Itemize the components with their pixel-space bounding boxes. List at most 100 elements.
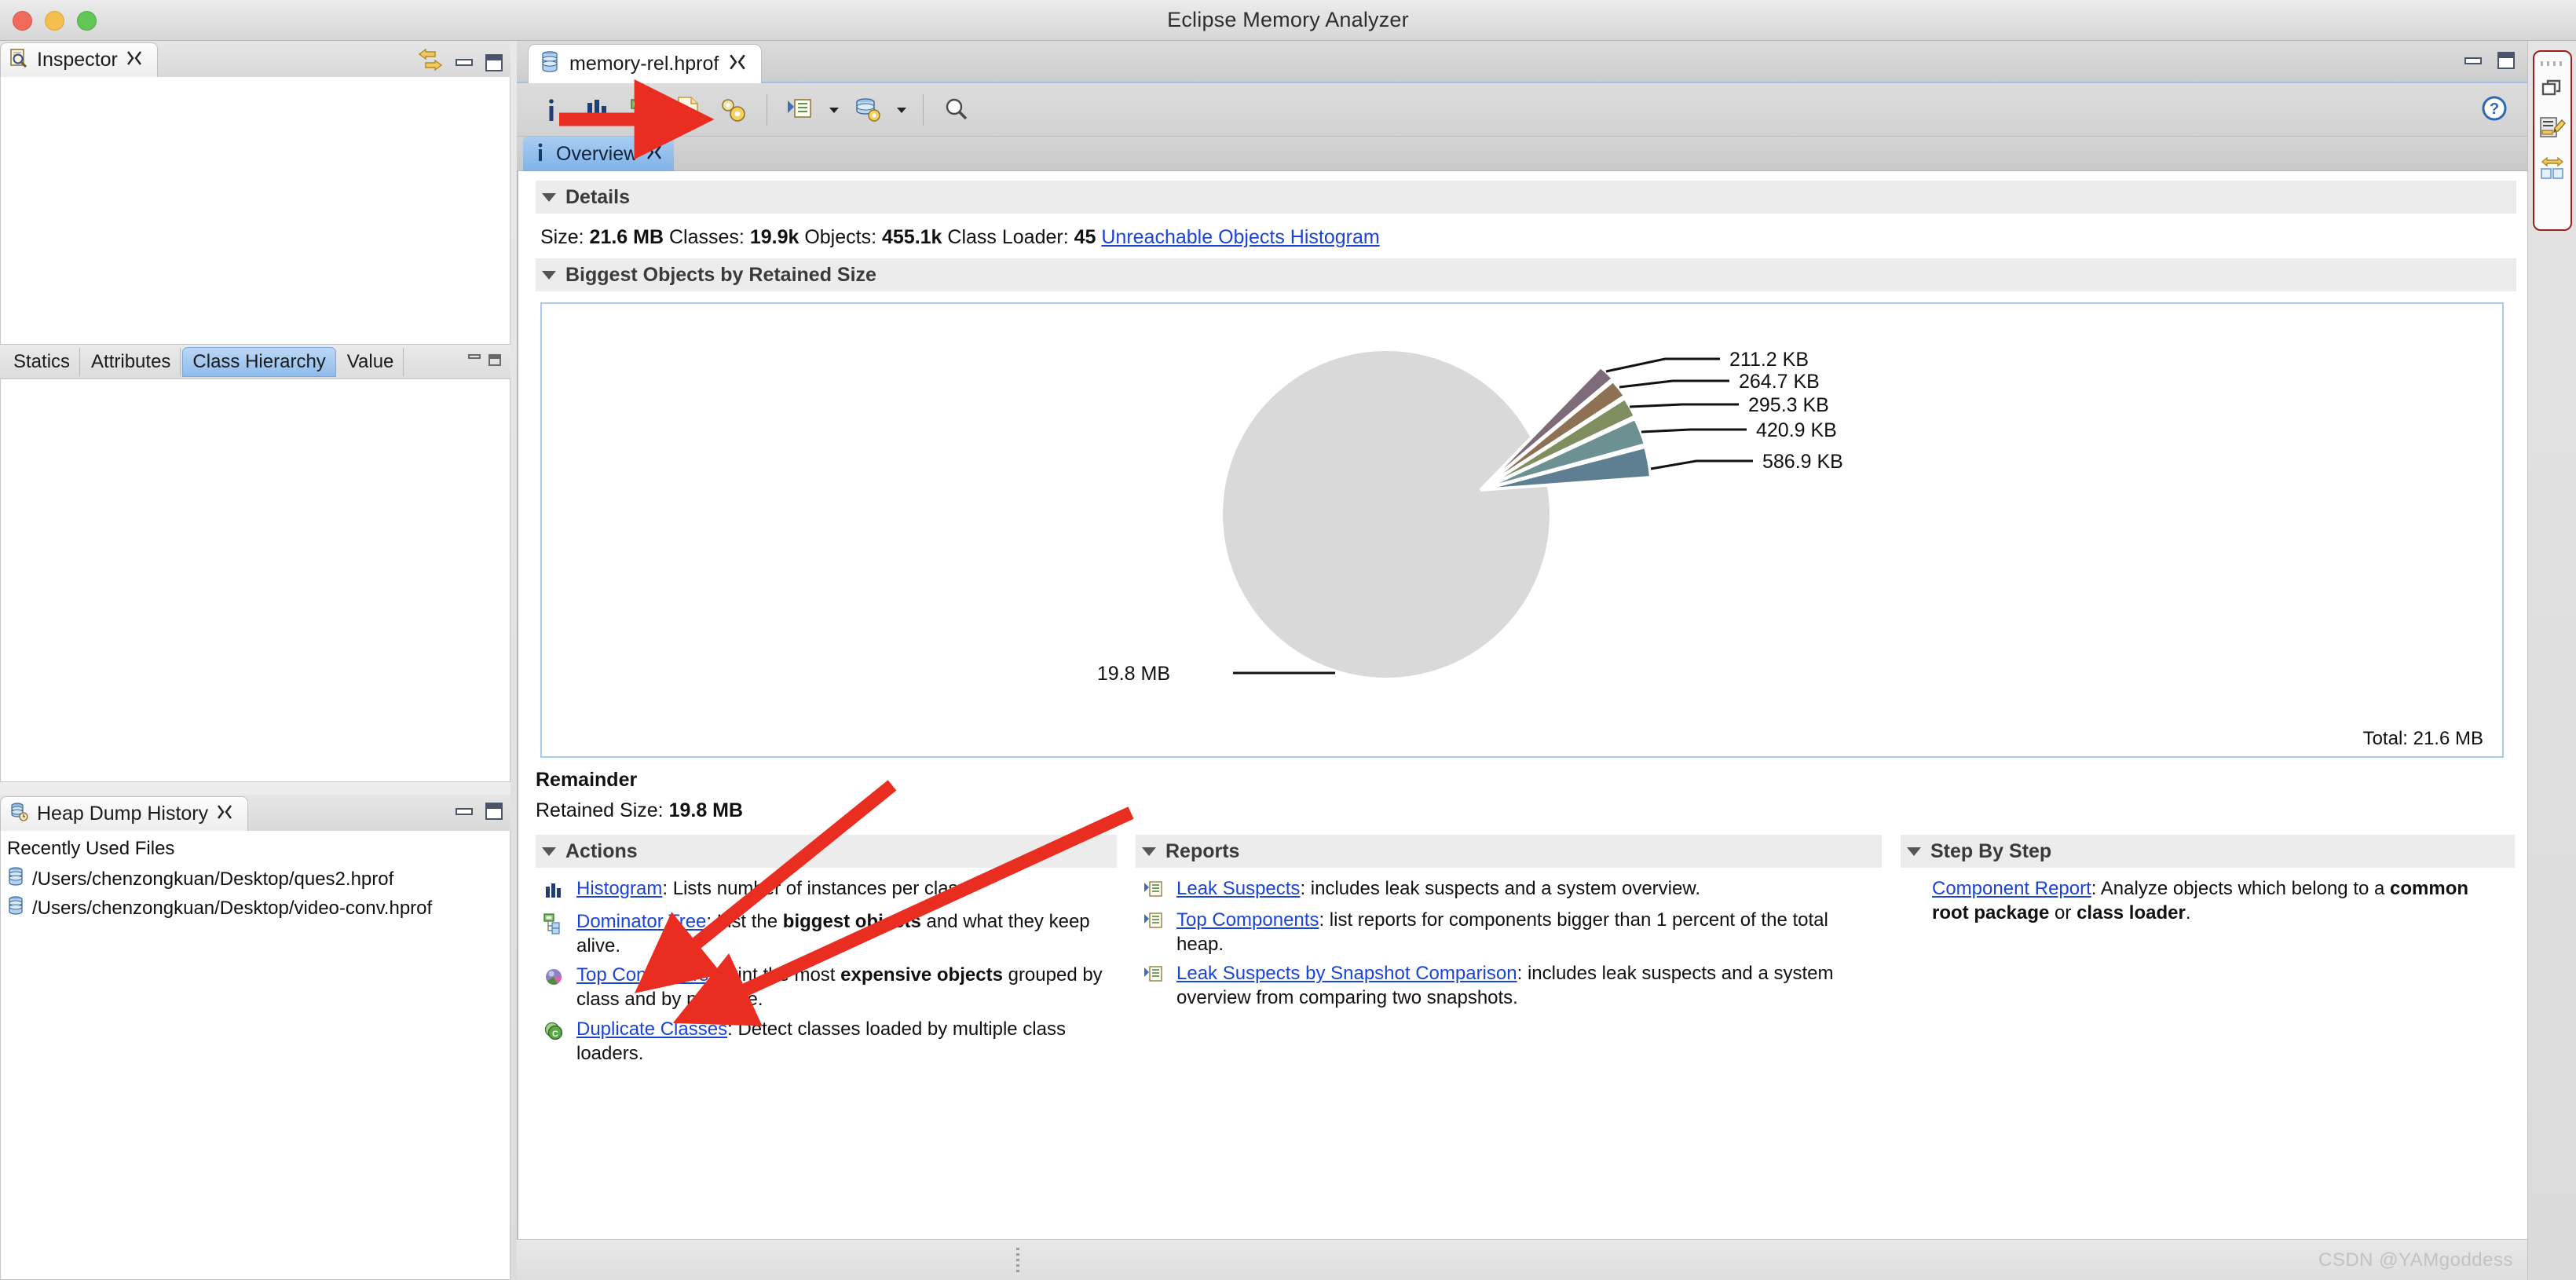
close-icon[interactable] [728,53,747,75]
status-grip[interactable] [1016,1248,1019,1273]
list-item[interactable]: Histogram: Lists number of instances per… [543,877,1112,905]
dominator-desc-pre: List the [717,911,783,932]
class-loader-label: Class Loader: [947,226,1068,248]
restore-perspective-icon[interactable] [2541,79,2564,103]
list-item[interactable]: Leak Suspects: includes leak suspects an… [1143,877,1877,903]
histogram-link[interactable]: Histogram [576,878,662,899]
queries-icon[interactable] [780,90,821,130]
list-item[interactable]: /Users/chenzongkuan/Desktop/video-conv.h… [1,894,510,923]
minimize-icon[interactable] [2464,57,2482,64]
duplicate-classes-link[interactable]: Duplicate Classes [576,1019,727,1040]
oql-icon[interactable]: OQL [668,90,708,130]
close-button[interactable] [13,11,32,31]
inspector-tabs-buttons[interactable] [468,354,501,366]
drag-handle-icon[interactable] [2541,61,2564,66]
pie-label-4: 586.9 KB [1762,451,1843,473]
maximize-icon[interactable] [485,54,503,71]
top-consumers-icon [543,964,567,991]
component-report-link[interactable]: Component Report [1932,878,2091,899]
editor-tab-label: memory-rel.hprof [569,53,719,75]
perspective-switcher[interactable] [2533,50,2572,231]
duplicate-classes-icon: C [543,1018,567,1045]
unreachable-objects-histogram-link[interactable]: Unreachable Objects Histogram [1101,226,1379,248]
step-by-step-section-header[interactable]: Step By Step [1901,835,2515,868]
close-icon[interactable] [216,803,233,825]
editor-toolbar[interactable]: OQL [517,83,2527,137]
window-titlebar: Eclipse Memory Analyzer [0,0,2576,41]
link-with-editor-icon[interactable] [418,49,443,76]
heap-dump-history-tab[interactable]: Heap Dump History [0,796,248,831]
memory-analysis-perspective-icon[interactable] [2539,115,2566,143]
overview-info-icon[interactable] [531,90,572,130]
tab-class-hierarchy[interactable]: Class Hierarchy [182,347,335,377]
heap-dump-history-buttons[interactable] [456,803,503,820]
list-item[interactable]: C Duplicate Classes: Detect classes load… [543,1018,1112,1066]
inspector-content-area [0,77,510,345]
list-item[interactable]: Dominator Tree: List the biggest objects… [543,910,1112,958]
dominator-desc-bold: biggest objects [783,911,921,932]
resize-perspective-icon[interactable] [2539,155,2566,185]
info-icon [532,141,548,167]
tab-statics[interactable]: Statics [4,348,80,376]
heap-dump-history-panel: Heap Dump History Recently Used Files [0,795,510,1280]
leak-suspects-comparison-link[interactable]: Leak Suspects by Snapshot Comparison [1176,963,1517,984]
tab-value[interactable]: Value [338,348,404,376]
list-item[interactable]: Leak Suspects by Snapshot Comparison: in… [1143,962,1877,1010]
pie-slice-remainder [1223,351,1550,678]
chevron-down-icon[interactable] [1907,847,1921,856]
reports-section-header[interactable]: Reports [1136,835,1882,868]
close-icon[interactable] [646,144,663,165]
close-icon[interactable] [126,49,143,71]
editor-window-buttons[interactable] [2464,52,2515,69]
biggest-objects-section-header[interactable]: Biggest Objects by Retained Size [536,258,2516,291]
chevron-down-icon[interactable] [542,193,556,202]
chevron-down-icon[interactable] [825,90,843,130]
dominator-tree-icon[interactable] [622,90,663,130]
top-consumers-link[interactable]: Top Consumers [576,964,708,986]
maximize-icon[interactable] [2497,52,2515,69]
tab-attributes[interactable]: Attributes [82,348,181,376]
sep: : [708,964,719,986]
actions-section-header[interactable]: Actions [536,835,1117,868]
leak-suspects-link[interactable]: Leak Suspects [1176,878,1300,899]
histogram-icon[interactable] [576,90,617,130]
list-item[interactable]: Top Consumers: Print the most expensive … [543,964,1112,1011]
list-item[interactable]: /Users/chenzongkuan/Desktop/ques2.hprof [1,865,510,894]
sep: : [706,911,716,932]
component-report-desc-pre: Analyze objects which belong to a [2101,878,2390,899]
chevron-down-icon[interactable] [542,847,556,856]
window-controls[interactable] [13,11,97,31]
maximize-icon[interactable] [485,803,503,820]
list-item[interactable]: Top Components: list reports for compone… [1143,909,1877,956]
tab-overview[interactable]: Overview [523,137,674,171]
minimize-icon[interactable] [456,808,473,815]
help-icon[interactable]: ? [2479,93,2510,128]
minimize-icon[interactable] [456,59,473,66]
inspector-view-buttons[interactable] [418,49,503,76]
remainder-size-label: Retained Size: [536,799,664,821]
chevron-down-icon[interactable] [893,90,910,130]
inspector-tab[interactable]: Inspector [0,42,158,77]
report-icon [1143,909,1167,934]
minimize-icon[interactable] [468,354,481,359]
zoom-button[interactable] [77,11,97,31]
classes-value: 19.9k [750,226,800,248]
chevron-down-icon[interactable] [542,271,556,280]
calculate-retained-size-icon[interactable] [713,90,754,130]
heap-dump-actions-icon[interactable] [847,90,888,130]
dominator-tree-link[interactable]: Dominator Tree [576,911,706,932]
sep: : [1319,909,1329,931]
inspector-tabbar[interactable]: Statics Attributes Class Hierarchy Value [0,345,510,379]
chevron-down-icon[interactable] [1142,847,1156,856]
top-components-link[interactable]: Top Components [1176,909,1319,931]
list-item[interactable]: Component Report: Analyze objects which … [1908,877,2510,925]
search-icon[interactable] [936,90,977,130]
minimize-button[interactable] [45,11,64,31]
details-section-header[interactable]: Details [536,181,2516,214]
reports-list: Leak Suspects: includes leak suspects an… [1136,868,1882,1011]
svg-text:OQL: OQL [679,111,697,120]
editor-tab-memory-rel[interactable]: memory-rel.hprof [528,44,762,83]
maximize-icon[interactable] [488,354,501,366]
list-item-text: Leak Suspects by Snapshot Comparison: in… [1176,962,1877,1010]
bottom-panels: Actions Histogram: Lists numb [536,835,2515,1071]
